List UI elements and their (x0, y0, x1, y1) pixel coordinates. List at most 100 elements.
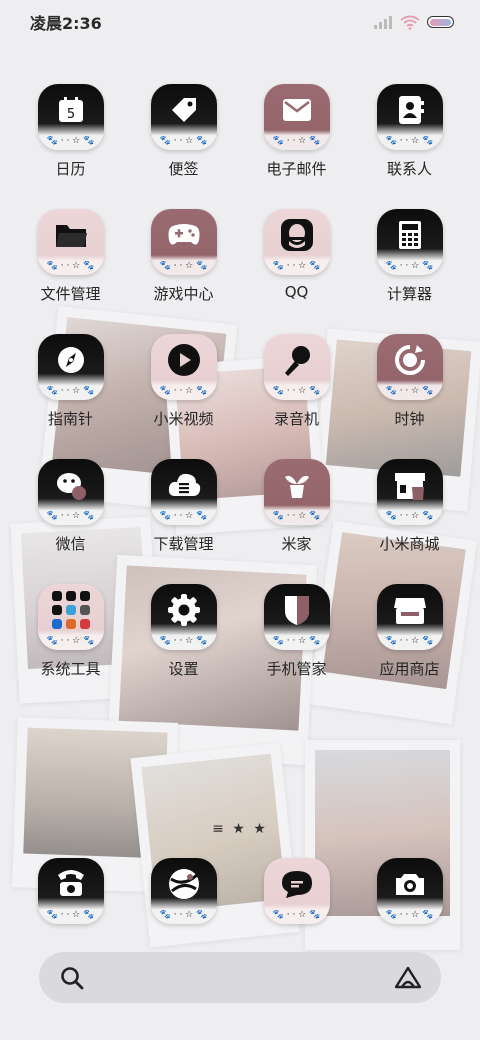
app-icon-tile[interactable]: 🐾 ⋅ ⋅ ☆ 🐾 (37, 858, 104, 924)
app-icon-tile[interactable]: 🐾 ⋅ ⋅ ☆ 🐾 (263, 459, 330, 525)
gear-icon (166, 592, 202, 632)
app-label: 时钟 (394, 410, 425, 428)
app-label: 联系人 (386, 160, 432, 178)
app-label: 小米视频 (153, 410, 214, 428)
app-icon-tile[interactable]: 🐾 ⋅ ⋅ ☆ 🐾 (263, 584, 330, 650)
app-icon-tile[interactable]: 🐾 ⋅ ⋅ ☆ 🐾 (150, 209, 217, 275)
shield-icon (282, 593, 312, 631)
app-tag[interactable]: 🐾 ⋅ ⋅ ☆ 🐾 便签 (127, 84, 240, 209)
contacts-icon (395, 94, 425, 130)
app-download[interactable]: 🐾 ⋅ ⋅ ☆ 🐾 下载管理 (127, 459, 240, 584)
mail-icon (281, 97, 313, 127)
app-icon-tile[interactable]: 🐾 ⋅ ⋅ ☆ 🐾 (150, 84, 217, 150)
app-mail[interactable]: 🐾 ⋅ ⋅ ☆ 🐾 电子邮件 (240, 84, 353, 209)
icon-decoration: 🐾 ⋅ ⋅ ☆ 🐾 (272, 386, 321, 396)
search-icon[interactable] (59, 965, 85, 991)
microphone-icon (281, 343, 313, 381)
app-folder-grid[interactable]: 🐾 ⋅ ⋅ ☆ 🐾 系统工具 (14, 584, 127, 709)
dock-app-camera[interactable]: 🐾 ⋅ ⋅ ☆ 🐾 (353, 858, 466, 928)
wechat-icon (54, 469, 88, 505)
app-icon-tile[interactable]: 🐾 ⋅ ⋅ ☆ 🐾 (263, 858, 330, 924)
app-icon-tile[interactable]: 🐾 ⋅ ⋅ ☆ 🐾 (263, 334, 330, 400)
icon-decoration: 🐾 ⋅ ⋅ ☆ 🐾 (272, 910, 321, 920)
app-icon-tile[interactable]: 🐾 ⋅ ⋅ ☆ 🐾 (376, 84, 443, 150)
app-icon-tile[interactable]: 🐾 ⋅ ⋅ ☆ 🐾 (376, 459, 443, 525)
app-icon-tile[interactable]: 🐾 ⋅ ⋅ ☆ 🐾 (376, 584, 443, 650)
app-label: 游戏中心 (153, 285, 214, 303)
app-clock[interactable]: 🐾 ⋅ ⋅ ☆ 🐾 时钟 (353, 334, 466, 459)
app-icon-tile[interactable]: 🐾 ⋅ ⋅ ☆ 🐾 (37, 209, 104, 275)
wifi-icon (400, 15, 420, 30)
app-compass[interactable]: 🐾 ⋅ ⋅ ☆ 🐾 指南针 (14, 334, 127, 459)
app-qq[interactable]: 🐾 ⋅ ⋅ ☆ 🐾 QQ (240, 209, 353, 334)
app-gear[interactable]: 🐾 ⋅ ⋅ ☆ 🐾 设置 (127, 584, 240, 709)
app-icon-tile[interactable]: 🐾 ⋅ ⋅ ☆ 🐾 (376, 858, 443, 924)
app-shield[interactable]: 🐾 ⋅ ⋅ ☆ 🐾 手机管家 (240, 584, 353, 709)
folder-icon (54, 221, 88, 253)
app-calculator[interactable]: 🐾 ⋅ ⋅ ☆ 🐾 计算器 (353, 209, 466, 334)
app-label: 便签 (168, 160, 199, 178)
clock-icon (393, 343, 427, 381)
app-store[interactable]: 🐾 ⋅ ⋅ ☆ 🐾 应用商店 (353, 584, 466, 709)
app-calendar[interactable]: 5 🐾 ⋅ ⋅ ☆ 🐾 日历 (14, 84, 127, 209)
app-label: 录音机 (273, 410, 319, 428)
camera-icon (392, 868, 428, 904)
dock-app-browser[interactable]: 🐾 ⋅ ⋅ ☆ 🐾 (127, 858, 240, 928)
icon-decoration: 🐾 ⋅ ⋅ ☆ 🐾 (46, 261, 95, 271)
gamepad-icon (167, 222, 201, 252)
app-contacts[interactable]: 🐾 ⋅ ⋅ ☆ 🐾 联系人 (353, 84, 466, 209)
app-icon-tile[interactable]: 🐾 ⋅ ⋅ ☆ 🐾 (376, 334, 443, 400)
app-icon-tile[interactable]: 🐾 ⋅ ⋅ ☆ 🐾 (37, 459, 104, 525)
app-folder[interactable]: 🐾 ⋅ ⋅ ☆ 🐾 文件管理 (14, 209, 127, 334)
app-icon-tile[interactable]: 🐾 ⋅ ⋅ ☆ 🐾 (263, 84, 330, 150)
play-icon (166, 342, 202, 382)
app-icon-tile[interactable]: 🐾 ⋅ ⋅ ☆ 🐾 (150, 858, 217, 924)
calendar-icon: 5 (56, 95, 86, 129)
app-wechat[interactable]: 🐾 ⋅ ⋅ ☆ 🐾 微信 (14, 459, 127, 584)
app-label: 微信 (55, 535, 86, 553)
app-label: 小米商城 (379, 535, 440, 553)
plant-icon (281, 469, 313, 505)
app-label: 手机管家 (266, 660, 327, 678)
app-icon-tile[interactable]: 🐾 ⋅ ⋅ ☆ 🐾 (263, 209, 330, 275)
shop-icon (392, 469, 428, 505)
app-icon-tile[interactable]: 🐾 ⋅ ⋅ ☆ 🐾 (150, 334, 217, 400)
icon-decoration: 🐾 ⋅ ⋅ ☆ 🐾 (385, 910, 434, 920)
icon-decoration: 🐾 ⋅ ⋅ ☆ 🐾 (46, 511, 95, 521)
app-label: 计算器 (386, 285, 432, 303)
store-icon (392, 594, 428, 630)
icon-decoration: 🐾 ⋅ ⋅ ☆ 🐾 (385, 636, 434, 646)
app-icon-tile[interactable]: 🐾 ⋅ ⋅ ☆ 🐾 (150, 459, 217, 525)
icon-decoration: 🐾 ⋅ ⋅ ☆ 🐾 (272, 261, 321, 271)
icon-decoration: 🐾 ⋅ ⋅ ☆ 🐾 (272, 511, 321, 521)
search-bar[interactable] (39, 952, 441, 1003)
assistant-icon[interactable] (393, 965, 423, 991)
app-icon-tile[interactable]: 🐾 ⋅ ⋅ ☆ 🐾 (37, 334, 104, 400)
app-play[interactable]: 🐾 ⋅ ⋅ ☆ 🐾 小米视频 (127, 334, 240, 459)
app-microphone[interactable]: 🐾 ⋅ ⋅ ☆ 🐾 录音机 (240, 334, 353, 459)
app-plant[interactable]: 🐾 ⋅ ⋅ ☆ 🐾 米家 (240, 459, 353, 584)
folder-grid-icon (49, 588, 93, 636)
app-icon-tile[interactable]: 🐾 ⋅ ⋅ ☆ 🐾 (150, 584, 217, 650)
app-shop[interactable]: 🐾 ⋅ ⋅ ☆ 🐾 小米商城 (353, 459, 466, 584)
app-icon-tile[interactable]: 5 🐾 ⋅ ⋅ ☆ 🐾 (37, 84, 104, 150)
dock-app-phone[interactable]: 🐾 ⋅ ⋅ ☆ 🐾 (14, 858, 127, 928)
icon-decoration: 🐾 ⋅ ⋅ ☆ 🐾 (159, 136, 208, 146)
app-icon-tile[interactable]: 🐾 ⋅ ⋅ ☆ 🐾 (376, 209, 443, 275)
icon-decoration: 🐾 ⋅ ⋅ ☆ 🐾 (385, 386, 434, 396)
icon-decoration: 🐾 ⋅ ⋅ ☆ 🐾 (159, 261, 208, 271)
app-icon-tile[interactable]: 🐾 ⋅ ⋅ ☆ 🐾 (37, 584, 104, 650)
svg-text:5: 5 (66, 107, 74, 122)
compass-icon (55, 344, 87, 380)
qq-icon (279, 217, 315, 257)
page-indicator[interactable]: ≡ ★ ★ (0, 821, 480, 837)
status-bar: 凌晨2:36 (0, 0, 480, 44)
dock-app-message[interactable]: 🐾 ⋅ ⋅ ☆ 🐾 (240, 858, 353, 928)
icon-decoration: 🐾 ⋅ ⋅ ☆ 🐾 (385, 136, 434, 146)
icon-decoration: 🐾 ⋅ ⋅ ☆ 🐾 (46, 910, 95, 920)
tag-icon (168, 94, 200, 130)
icon-decoration: 🐾 ⋅ ⋅ ☆ 🐾 (46, 386, 95, 396)
app-gamepad[interactable]: 🐾 ⋅ ⋅ ☆ 🐾 游戏中心 (127, 209, 240, 334)
download-icon (166, 470, 202, 504)
signal-icon (374, 16, 392, 29)
